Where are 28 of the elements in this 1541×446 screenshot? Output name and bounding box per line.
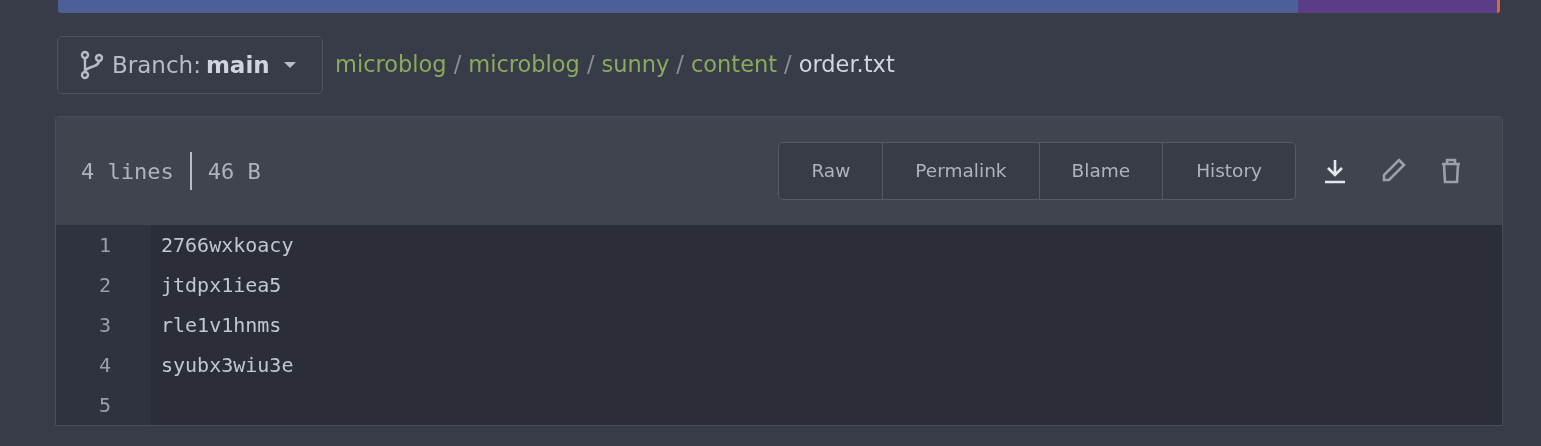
file-size: 46 B bbox=[207, 157, 261, 186]
path-separator: / bbox=[784, 50, 792, 80]
line-number: 1 bbox=[98, 232, 111, 259]
action-button[interactable]: Blame bbox=[1038, 143, 1163, 199]
breadcrumb-link[interactable]: microblog bbox=[468, 48, 580, 82]
line-number: 4 bbox=[98, 352, 111, 379]
branch-dropdown[interactable]: Branch: main bbox=[57, 36, 323, 94]
path-separator: / bbox=[586, 50, 595, 80]
download-icon[interactable] bbox=[1322, 157, 1348, 185]
breadcrumb-link[interactable]: content bbox=[690, 48, 778, 82]
branch-icon bbox=[80, 50, 104, 80]
action-button[interactable]: Permalink bbox=[882, 143, 1039, 199]
file-name: order.txt bbox=[798, 50, 895, 80]
path-separator: / bbox=[676, 50, 684, 80]
code-line: rle1v1hnms bbox=[161, 312, 282, 339]
line-number: 3 bbox=[98, 312, 111, 339]
breadcrumb-link[interactable]: sunny bbox=[601, 48, 670, 82]
path-separator: / bbox=[453, 50, 462, 80]
action-button[interactable]: Raw bbox=[779, 143, 883, 199]
action-button[interactable]: History bbox=[1162, 143, 1295, 199]
line-count: 4 lines bbox=[81, 157, 174, 186]
code-line: 2766wxkoacy bbox=[161, 232, 294, 259]
code-line: syubx3wiu3e bbox=[161, 352, 294, 379]
breadcrumb-link[interactable]: microblog bbox=[335, 48, 447, 82]
line-number: 2 bbox=[98, 272, 111, 299]
line-number: 5 bbox=[98, 392, 111, 419]
caret-icon bbox=[283, 61, 296, 69]
code-line: jtdpx1iea5 bbox=[161, 272, 282, 299]
